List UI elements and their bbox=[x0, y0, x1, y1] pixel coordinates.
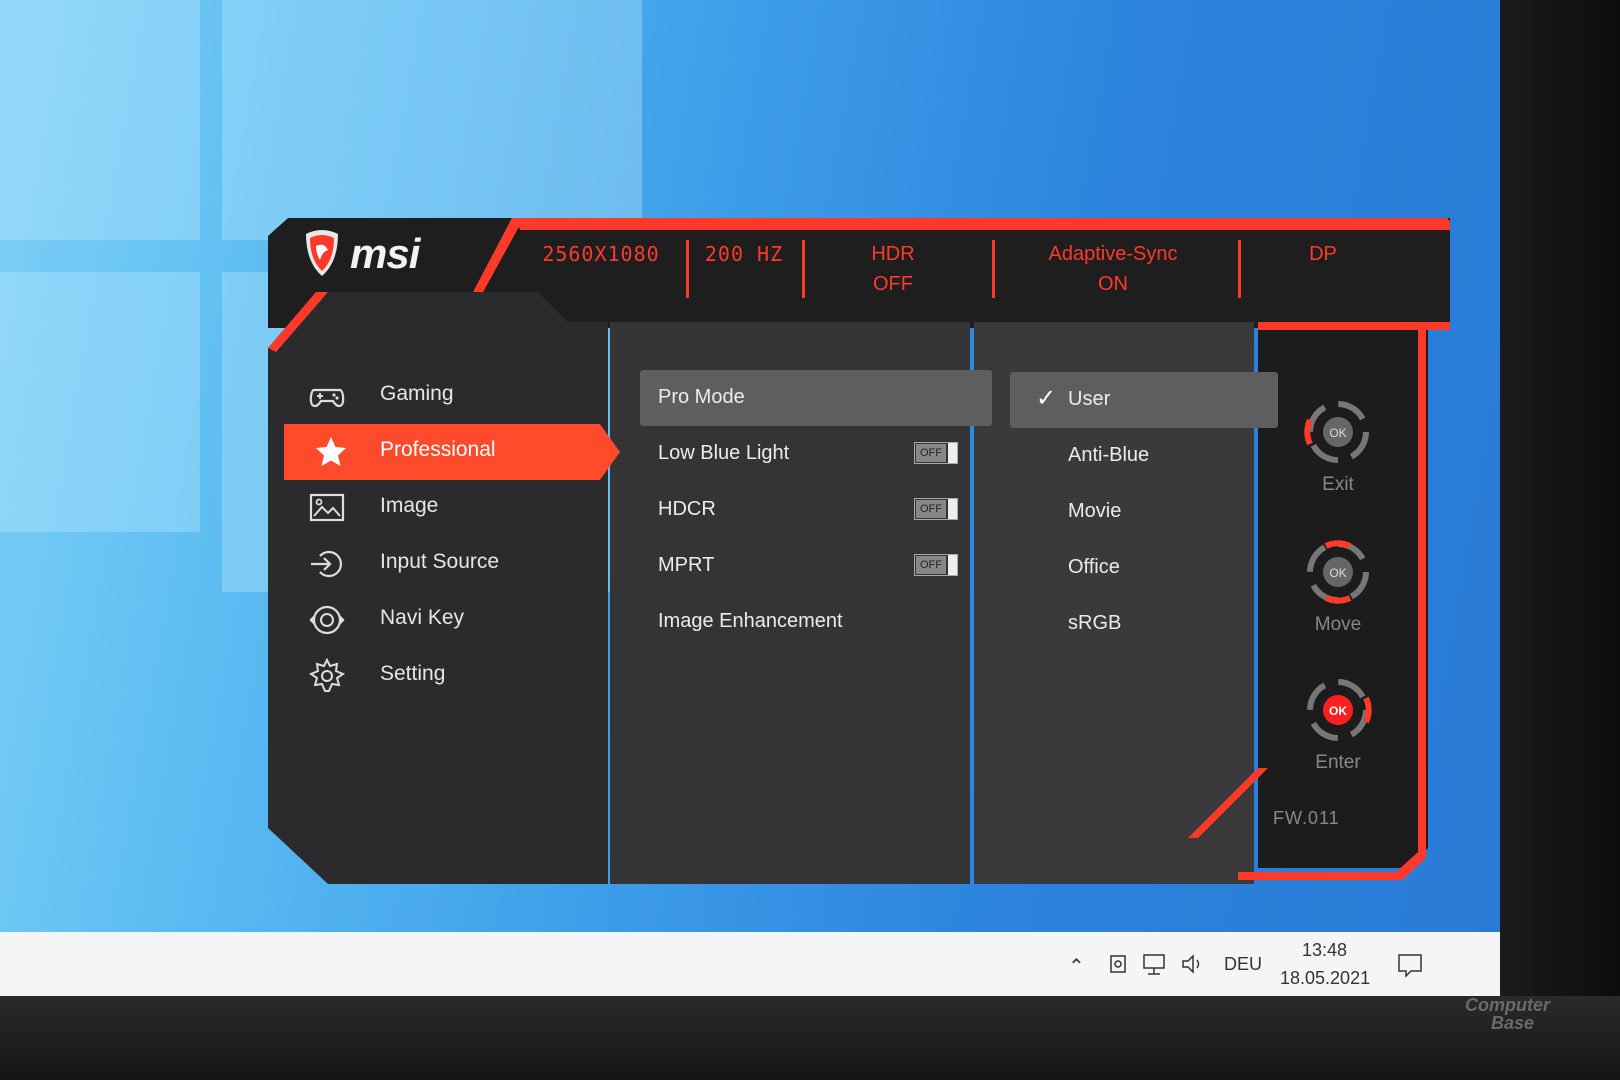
nav-hint-move: OK Move bbox=[1298, 540, 1378, 635]
notification-icon[interactable] bbox=[1396, 952, 1424, 978]
menu-label: Image bbox=[380, 494, 439, 517]
submenu-label: Image Enhancement bbox=[658, 610, 843, 632]
nav-hint-label: Enter bbox=[1315, 752, 1361, 773]
submenu-label: MPRT bbox=[658, 554, 715, 576]
menu-item-navi-key[interactable]: Navi Key bbox=[268, 592, 608, 648]
watermark-logo: Computer Base bbox=[1465, 996, 1550, 1032]
status-sync-label: Adaptive-Sync bbox=[1048, 243, 1178, 265]
menu-label: Setting bbox=[380, 662, 446, 685]
status-resolution: 2560X1080 bbox=[542, 242, 660, 266]
hdcr-toggle[interactable]: OFF bbox=[914, 498, 958, 520]
submenu-item-hdcr[interactable]: HDCR OFF bbox=[640, 482, 992, 538]
submenu-label: HDCR bbox=[658, 498, 716, 520]
menu-item-image[interactable]: Image bbox=[268, 480, 608, 536]
option-item-srgb[interactable]: sRGB bbox=[1010, 596, 1278, 652]
submenu-item-pro-mode[interactable]: Pro Mode bbox=[640, 370, 992, 426]
status-separator bbox=[1238, 240, 1241, 298]
toggle-state: OFF bbox=[916, 500, 946, 518]
menu-label: Professional bbox=[380, 438, 496, 461]
mprt-toggle[interactable]: OFF bbox=[914, 554, 958, 576]
nav-hint-label: Exit bbox=[1322, 474, 1354, 495]
nav-hint-label: Move bbox=[1314, 614, 1362, 635]
status-separator bbox=[802, 240, 805, 298]
gear-icon bbox=[308, 658, 346, 692]
nav-hint-exit: OK Exit bbox=[1298, 400, 1378, 495]
option-label: User bbox=[1068, 388, 1111, 410]
star-icon bbox=[316, 437, 346, 466]
wallpaper-pane bbox=[222, 0, 642, 240]
status-hdr-label: HDR bbox=[871, 243, 915, 265]
menu-item-input-source[interactable]: Input Source bbox=[268, 536, 608, 592]
brand-logo-text: msi bbox=[350, 230, 420, 277]
monitor-bezel bbox=[1500, 0, 1620, 1080]
volume-icon[interactable] bbox=[1180, 952, 1208, 976]
monitor-bezel-bottom bbox=[0, 996, 1620, 1080]
menu-label: Input Source bbox=[380, 550, 500, 573]
option-item-user[interactable]: ✓ User bbox=[1010, 372, 1278, 428]
menu-item-setting[interactable]: Setting bbox=[268, 648, 608, 704]
nav-hint-enter: OK Enter bbox=[1298, 678, 1378, 773]
status-hdr-value: OFF bbox=[873, 273, 913, 295]
submenu-label: Low Blue Light bbox=[658, 442, 790, 464]
status-sync-value: ON bbox=[1098, 273, 1128, 295]
chevron-up-icon[interactable]: ⌃ bbox=[1068, 954, 1085, 979]
joystick-key: OK bbox=[1329, 426, 1346, 440]
submenu-item-low-blue-light[interactable]: Low Blue Light OFF bbox=[640, 426, 992, 482]
option-label: Office bbox=[1068, 556, 1120, 578]
joystick-key: OK bbox=[1329, 704, 1347, 718]
joystick-key: OK bbox=[1329, 566, 1346, 580]
option-label: sRGB bbox=[1068, 612, 1122, 634]
move-joystick-icon: OK bbox=[1307, 540, 1369, 604]
camera-icon[interactable] bbox=[1108, 952, 1128, 976]
checkmark-icon: ✓ bbox=[1036, 385, 1057, 412]
taskbar: ⌃ DEU 13:48 18.05.2021 bbox=[0, 932, 1500, 996]
status-separator bbox=[686, 240, 689, 298]
clock-date[interactable]: 18.05.2021 bbox=[1280, 968, 1370, 989]
low-blue-light-toggle[interactable]: OFF bbox=[914, 442, 958, 464]
wallpaper-pane bbox=[0, 272, 200, 532]
menu-label: Gaming bbox=[380, 382, 454, 405]
exit-joystick-icon: OK bbox=[1304, 401, 1369, 463]
language-indicator[interactable]: DEU bbox=[1224, 954, 1262, 975]
menu-label: Navi Key bbox=[380, 606, 465, 629]
msi-dragon-logo-icon bbox=[306, 230, 338, 276]
watermark-line: Base bbox=[1491, 1013, 1535, 1033]
option-item-movie[interactable]: Movie bbox=[1010, 484, 1278, 540]
option-item-office[interactable]: Office bbox=[1010, 540, 1278, 596]
wallpaper-pane bbox=[0, 0, 200, 240]
option-label: Anti-Blue bbox=[1068, 444, 1150, 466]
gamepad-icon bbox=[309, 388, 345, 408]
status-input: DP bbox=[1309, 243, 1337, 265]
submenu-label: Pro Mode bbox=[658, 386, 745, 408]
navi-key-icon bbox=[309, 605, 345, 635]
input-source-icon bbox=[311, 550, 342, 578]
status-refresh: 200 HZ bbox=[704, 242, 784, 266]
enter-joystick-icon: OK bbox=[1307, 679, 1372, 741]
submenu-item-image-enhancement[interactable]: Image Enhancement bbox=[640, 594, 992, 650]
menu-item-professional[interactable]: Professional bbox=[284, 424, 620, 480]
clock-time[interactable]: 13:48 bbox=[1302, 940, 1347, 961]
network-icon[interactable] bbox=[1142, 952, 1170, 976]
status-separator bbox=[992, 240, 995, 298]
firmware-version: FW.011 bbox=[1273, 808, 1340, 828]
watermark-line: Computer bbox=[1465, 995, 1550, 1015]
image-icon bbox=[309, 493, 345, 522]
option-item-anti-blue[interactable]: Anti-Blue bbox=[1010, 428, 1278, 484]
option-label: Movie bbox=[1068, 500, 1122, 522]
menu-item-gaming[interactable]: Gaming bbox=[268, 368, 608, 424]
submenu-item-mprt[interactable]: MPRT OFF bbox=[640, 538, 992, 594]
osd-menu: msi 2560X1080 200 HZ HDR OFF Adaptive-Sy… bbox=[268, 218, 1450, 884]
toggle-state: OFF bbox=[916, 556, 946, 574]
toggle-state: OFF bbox=[916, 444, 946, 462]
